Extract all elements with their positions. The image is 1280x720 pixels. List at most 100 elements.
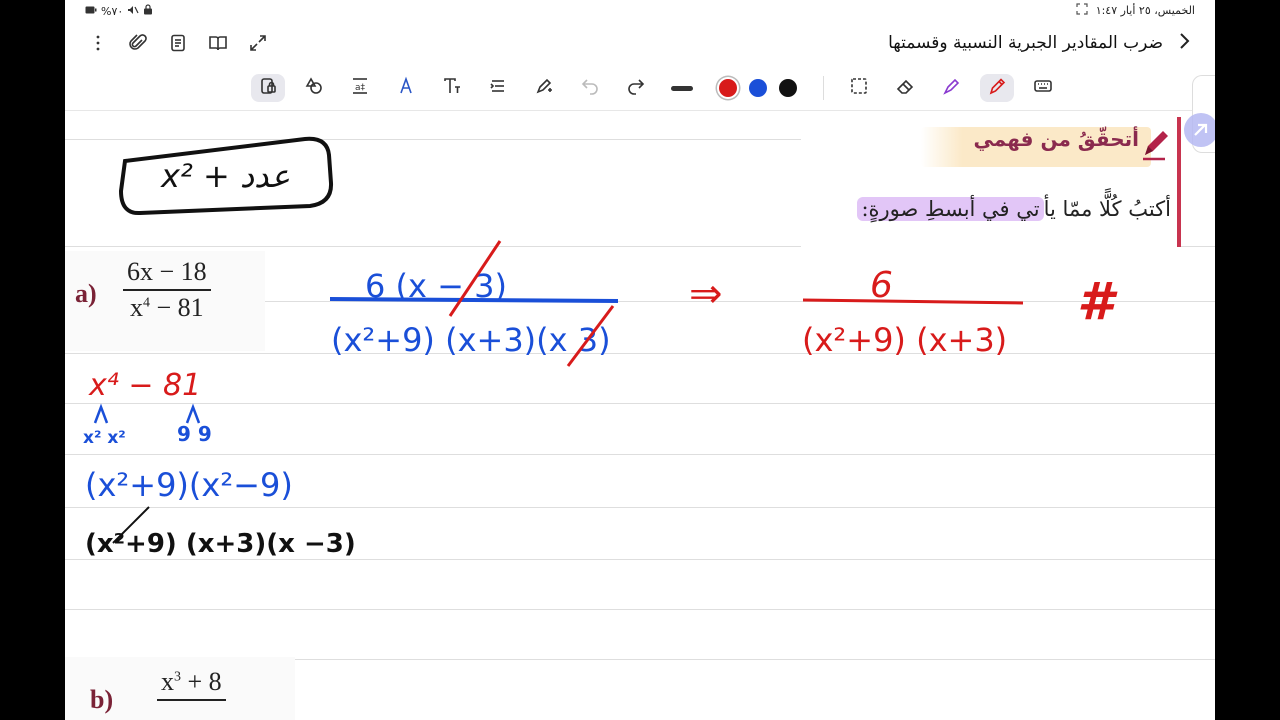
lock-page-icon [258,76,278,100]
ink-factor-left: x² x² [83,428,126,448]
ruled-line [65,353,1215,354]
text-tool-button[interactable] [435,74,469,102]
ink-factor-right: 9 9 [177,422,212,446]
magic-pen-button[interactable] [527,74,561,102]
problem-a-card: a) 6x − 18 x4 − 81 [65,251,265,351]
toolbar-divider [823,76,824,100]
lock-icon [143,4,153,18]
problem-b-card: b) x3 + 8 [65,657,295,720]
book-icon [208,33,228,57]
shapes-tool-button[interactable] [297,74,331,102]
lasso-select-icon [849,76,869,100]
floating-assist-button[interactable] [1184,113,1215,147]
document-list-icon [168,33,188,57]
expand-arrows-icon [248,33,268,57]
accent-bar [1177,117,1181,247]
ruled-line [65,559,1215,560]
ink-red-numerator: 6 [870,265,893,306]
assist-icon [1184,123,1215,151]
black-swatch [779,79,797,97]
ink-caret-left [93,403,109,424]
instruction-part: أكتبُ كُلًّا ممّا يأ [1043,197,1171,221]
highlighter-icon [941,76,961,100]
outline-button[interactable] [165,32,191,58]
instruction-text: أكتبُ كُلًّا ممّا يأتي في أبسطِ صورةٍ: [857,197,1171,221]
text-box-icon: a‡ [350,76,370,100]
problem-b-label: b) [90,685,114,714]
reading-mode-button[interactable] [205,32,231,58]
status-clock: الخميس، ٢٥ أيار ١:٤٧ [1076,3,1195,18]
lock-tool-button[interactable] [251,74,285,102]
num-exponent: 3 [174,669,181,685]
eraser-icon [895,76,915,100]
battery-icon [85,5,97,18]
fraction-denominator: x4 − 81 [123,293,211,323]
stroke-width-icon [671,85,693,91]
battery-percent: %٧٠ [101,4,124,18]
drawing-toolbar: a‡ [65,68,1215,111]
problem-a-fraction: 6x − 18 x4 − 81 [123,257,211,323]
ruled-line [65,403,1215,404]
pen-button[interactable] [980,74,1014,102]
fraction-numerator: x3 + 8 [157,667,226,697]
num-rest: + 8 [181,667,222,696]
note-canvas[interactable]: أتحقّقُ من فهمي أكتبُ كُلًّا ممّا يأتي ف… [65,111,1215,720]
magic-pen-icon [534,76,554,100]
datetime-text: الخميس، ٢٥ أيار ١:٤٧ [1095,4,1195,17]
instruction-highlighted: تي في أبسطِ صورةٍ: [857,197,1044,221]
ink-strike-black [112,506,150,544]
title-actions [85,32,271,58]
eraser-button[interactable] [888,74,922,102]
keyboard-button[interactable] [1026,74,1060,102]
den-base: x [130,293,143,322]
align-icon [488,76,508,100]
status-bar: %٧٠ الخميس، ٢٥ أيار ١:٤٧ [65,0,1215,22]
fullscreen-icon[interactable] [1076,3,1088,18]
ink-black-factored: (x²+9) (x+3)(x −3) [85,529,356,559]
redo-button[interactable] [619,74,653,102]
redo-icon [626,76,646,100]
back-button[interactable] [1173,32,1195,54]
pen-icon [987,76,1007,100]
text-box-tool-button[interactable]: a‡ [343,74,377,102]
keyboard-icon [1033,76,1053,100]
ink-implies-arrow: ⇒ [689,271,723,317]
ink-box-stroke [118,136,334,216]
ruled-line [65,139,801,140]
undo-button[interactable] [573,74,607,102]
ruled-line [65,609,1215,610]
fraction-bar [157,699,226,701]
fraction-bar [123,289,211,291]
den-rest: − 81 [150,293,204,322]
color-blue-button[interactable] [741,74,775,102]
align-tool-button[interactable] [481,74,515,102]
text-style-icon [396,76,416,100]
undo-icon [580,76,600,100]
chevron-back-icon [1177,32,1191,54]
mute-icon [127,5,139,18]
color-black-button[interactable] [771,74,805,102]
fraction-numerator: 6x − 18 [127,257,207,286]
pencil-icon [1141,125,1171,161]
stroke-width-button[interactable] [665,74,699,102]
text-cursor-icon [442,76,462,100]
num-base: x [161,667,174,696]
highlighter-button[interactable] [934,74,968,102]
status-indicators: %٧٠ [85,4,153,18]
attach-button[interactable] [125,32,151,58]
ink-red-expression: x⁴ − 81 [88,368,201,403]
lasso-button[interactable] [842,74,876,102]
note-title: ضرب المقادير الجبرية النسبية وقسمتها [888,33,1163,53]
ruled-line [65,507,1215,508]
ink-hash-mark: # [1077,272,1118,332]
app-window: %٧٠ الخميس، ٢٥ أيار ١:٤٧ ضرب المقادير ال… [65,0,1215,720]
shapes-icon [304,76,324,100]
color-red-button[interactable] [711,74,745,102]
expand-button[interactable] [245,32,271,58]
title-bar: ضرب المقادير الجبرية النسبية وقسمتها [65,22,1215,68]
more-menu-button[interactable] [85,32,111,58]
ink-caret-right [185,403,201,424]
text-style-tool-button[interactable] [389,74,423,102]
ink-blue-factored: (x²+9)(x²−9) [85,466,293,504]
ink-blue-numerator: 6 (x − 3) [365,267,507,305]
